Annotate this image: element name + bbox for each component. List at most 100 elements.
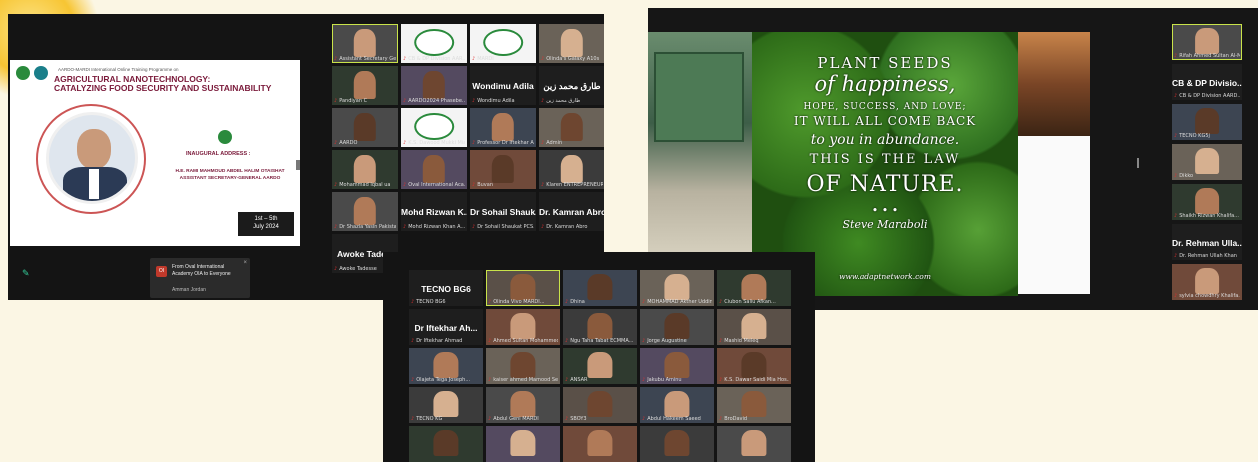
participant-video — [433, 430, 459, 457]
organization-logo-icon — [414, 112, 454, 140]
participant-name: Mashid Meleq — [724, 338, 759, 344]
participant-tile[interactable]: ♪ BroDavid — [717, 387, 791, 423]
speaker-details: H.E. RAMI MAHMOUD ABDEL HALIM OTAISHAT A… — [160, 168, 300, 182]
inaugural-label: INAUGURAL ADDRESS : — [186, 151, 251, 157]
quote-line-3: HOPE, SUCCESS, AND LOVE; — [803, 102, 967, 112]
participant-tile[interactable]: Mohd Rizwan K... ♪ Mohd Rizwan Khan A... — [401, 192, 467, 231]
participant-tile[interactable]: ♪ Dr Shazia Yasin Pakistan — [332, 192, 398, 231]
participant-name: Abdul Geni MARDI — [493, 416, 539, 422]
participant-tile[interactable]: ♪ Mohammad Iqbal ua — [332, 150, 398, 189]
participant-tile[interactable]: ♪ Pandiyan C — [332, 66, 398, 105]
participant-name: Dr Shazia Yasin Pakistan — [339, 224, 396, 230]
participant-tile[interactable] — [640, 426, 714, 462]
participant-tile[interactable]: ♪ Jakubu Aminu — [640, 348, 714, 384]
participant-caption: ♪ Dr. Kamran Abro — [541, 224, 603, 230]
participant-tile[interactable]: CB & DP Divisio... ♪ CB & DP Division AARD… — [1172, 64, 1242, 100]
participant-tile[interactable]: ♪ ANSAR — [563, 348, 637, 384]
participant-video — [587, 430, 613, 457]
participant-tile[interactable]: ♪ AARDO2024 Phasebe... — [401, 66, 467, 105]
participant-tile[interactable]: Dr Sohail Shauk... ♪ Dr Sohail Shaukat PCS… — [470, 192, 536, 231]
participant-video — [1195, 108, 1219, 135]
slide-title: AGRICULTURAL NANOTECHNOLOGY: CATALYZING … — [54, 75, 284, 93]
participant-name: Dhina — [570, 299, 585, 305]
participant-tile[interactable]: ♪ MARDI — [470, 24, 536, 63]
title-line-2: CATALYZING FOOD SECURITY AND SUSTAINABIL… — [54, 83, 272, 93]
participant-video — [433, 352, 459, 379]
participant-caption: ♪ TECNO BG6 — [411, 299, 481, 305]
participant-tile[interactable] — [563, 426, 637, 462]
participant-caption: ♪kaiser ahmed Mamood Sen... — [488, 377, 558, 383]
participant-video — [1195, 148, 1219, 175]
participant-tile[interactable]: ♪ Jorge Augustine — [640, 309, 714, 345]
participant-tile[interactable]: Dr. Kamran Abro ♪ Dr. Kamran Abro — [539, 192, 604, 231]
participant-name: SBOY3 — [570, 416, 587, 422]
participant-tile[interactable]: ♪ CB & DP Division AAR... — [401, 24, 467, 63]
participant-tile[interactable]: ♪ Ahmed Sultan Mohammed... — [486, 309, 560, 345]
participant-video — [353, 154, 377, 183]
participant-name: Ahmed Sultan Mohammed... — [493, 338, 558, 344]
participant-name: Awoke Tadesse — [339, 266, 377, 272]
edit-icon[interactable]: ✎ — [22, 268, 30, 279]
participant-tile[interactable]: ♪ Mashid Meleq — [717, 309, 791, 345]
participant-tile[interactable]: ♪ Shaikh Rizwan Khalifa... — [1172, 184, 1242, 220]
participant-tile[interactable]: ♪ Olinda's Galaxy A10s — [539, 24, 604, 63]
panel-resize-handle[interactable] — [1137, 158, 1139, 168]
participant-tile[interactable]: Wondimu Adila ♪ Wondimu Adila — [470, 66, 536, 105]
participant-name: طارق محمد زين — [546, 98, 581, 104]
participant-caption: ♪ Olinda Vivo MARDI... — [488, 299, 558, 305]
participant-tile[interactable] — [409, 426, 483, 462]
mic-muted-icon: ♪ — [488, 377, 492, 383]
participant-tile[interactable]: ♪ Buvan — [470, 150, 536, 189]
participant-tile[interactable]: ♪ MOHAMMAD Akther Uddin... — [640, 270, 714, 306]
participant-video — [491, 112, 515, 141]
participant-tile[interactable]: ♪ AARDO — [332, 108, 398, 147]
participant-tile[interactable]: ♪ Dikko — [1172, 144, 1242, 180]
aardo-logo-icon — [16, 66, 30, 80]
participant-video — [510, 430, 536, 457]
participant-video — [353, 196, 377, 225]
participant-tile[interactable]: ♪Rifah Ahmed Sultan Al-Mahri — [1172, 24, 1242, 60]
participant-tile[interactable]: ♪ K.S. Dawood Mukki Mia... — [401, 108, 467, 147]
participant-tile[interactable]: ♪ sylvia chowdhry Khalifa... — [1172, 264, 1242, 300]
participant-tile[interactable]: Dr Iftekhar Ah... ♪ Dr Iftekhar Ahmad — [409, 309, 483, 345]
participant-name: AARDO — [339, 140, 358, 146]
participant-tile[interactable]: ♪ Ciubon Saliu Afkan... — [717, 270, 791, 306]
participant-tile[interactable]: TECNO BG6 ♪ TECNO BG6 — [409, 270, 483, 306]
participant-tile[interactable]: ♪kaiser ahmed Mamood Sen... — [486, 348, 560, 384]
close-icon[interactable]: × — [243, 260, 247, 266]
participant-tile[interactable]: ♪ Olinda Vivo MARDI... — [486, 270, 560, 306]
participant-tile[interactable]: ♪ Assistant Secretary Ge... — [332, 24, 398, 63]
participant-caption: ♪ ANSAR — [565, 377, 635, 383]
participant-tile[interactable]: ♪ Klaren ENTREPRENEUR — [539, 150, 604, 189]
participant-name: K.S. Dawood Mukki Mia... — [408, 140, 465, 146]
participant-tile[interactable]: ♪ K.S. Dawar Saidi Mia Hos... — [717, 348, 791, 384]
participant-tile[interactable]: ♪ Professor Dr Iftekhar A... — [470, 108, 536, 147]
participant-tile[interactable]: ♪ Abdul Hakeem Saeed — [640, 387, 714, 423]
quote-line-4: IT WILL ALL COME BACK — [793, 114, 977, 128]
participant-name: Rifah Ahmed Sultan Al-Mahri — [1179, 53, 1240, 59]
panel-resize-handle[interactable] — [296, 160, 300, 170]
participant-tile[interactable] — [486, 426, 560, 462]
organization-logo-icon — [483, 28, 523, 56]
participant-tile[interactable]: ♪ Olajeta Tega Joseph... — [409, 348, 483, 384]
participant-tile[interactable]: ♪ SBOY3 — [563, 387, 637, 423]
participant-tile[interactable]: ♪ Ngu Taha Tabat ECMMA... — [563, 309, 637, 345]
participant-name: K.S. Dawar Saidi Mia Hos... — [724, 377, 789, 383]
participant-caption: ♪ TECNO KG — [411, 416, 481, 422]
participant-name-display: Wondimu Adila — [472, 80, 534, 91]
participant-tile[interactable]: ♪ Admin — [539, 108, 604, 147]
participant-tile[interactable]: ♪ Dhina — [563, 270, 637, 306]
participant-tile[interactable]: ♪ TECNO KG5j — [1172, 104, 1242, 140]
participant-tile[interactable] — [717, 426, 791, 462]
participant-tile[interactable]: ♪ Abdul Geni MARDI — [486, 387, 560, 423]
participant-tile[interactable]: ♪ Oval International Aca... — [401, 150, 467, 189]
chat-notification[interactable]: OI From Oval International Academy OIA t… — [150, 258, 250, 298]
participant-tile[interactable]: طارق محمد زين ♪ طارق محمد زين — [539, 66, 604, 105]
participant-tile[interactable]: Dr. Rehman Ulla... ♪ Dr. Rehman Ullah Khan — [1172, 224, 1242, 260]
mic-muted-icon: ♪ — [541, 224, 545, 230]
participant-caption: ♪ Olajeta Tega Joseph... — [411, 377, 481, 383]
participant-caption: ♪ CB & DP Division AARD... — [1174, 93, 1240, 99]
participant-video — [1195, 268, 1219, 295]
participant-name: ANSAR — [570, 377, 588, 383]
participant-tile[interactable]: ♪ TECNO KG — [409, 387, 483, 423]
